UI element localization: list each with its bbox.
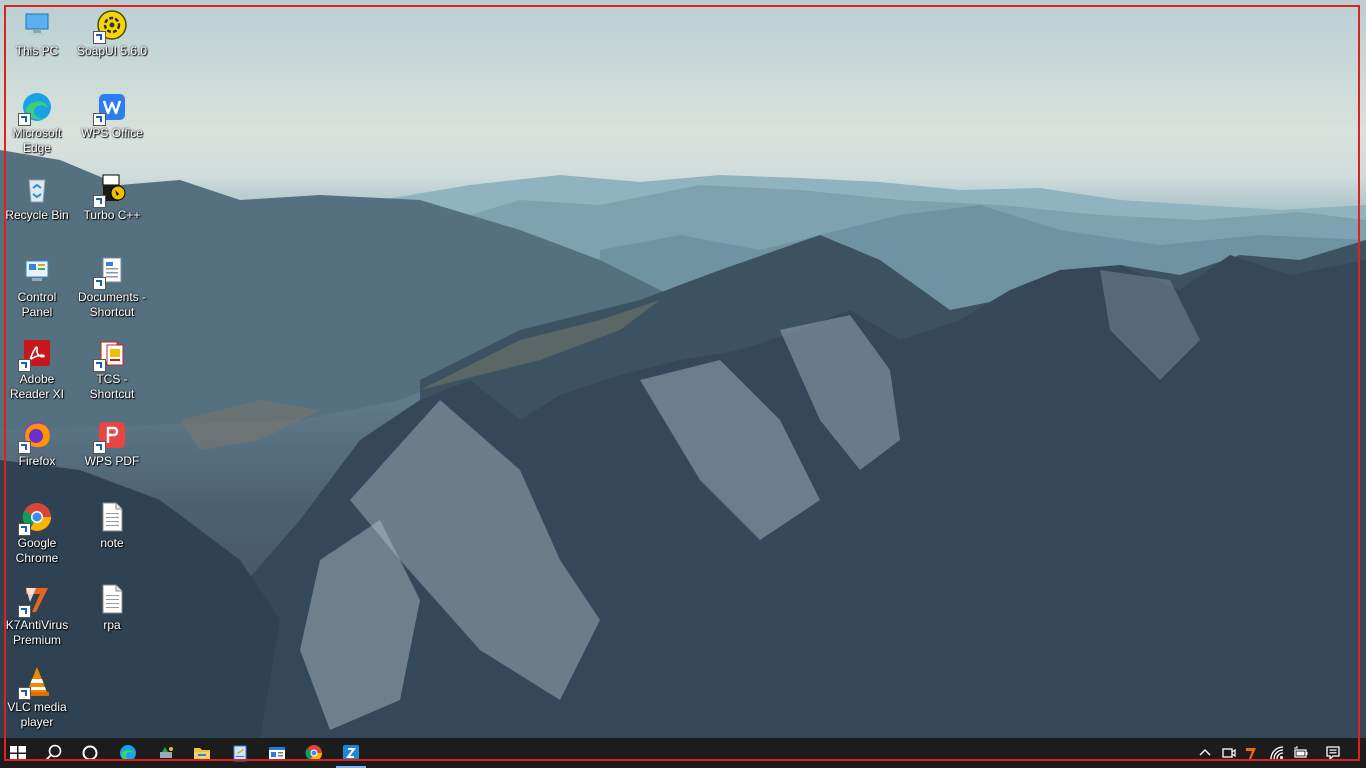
cortana-icon xyxy=(82,745,98,761)
shortcut-arrow-icon xyxy=(18,113,31,126)
k7-tray-icon xyxy=(1246,748,1256,759)
wps-pdf-icon xyxy=(93,418,129,454)
desktop-icon-label: Control Panel xyxy=(17,290,57,319)
shortcut-arrow-icon xyxy=(93,31,106,44)
desktop-icon-label: VLC media player xyxy=(7,700,67,729)
this-pc-icon xyxy=(20,8,54,42)
documents-shortcut-icon xyxy=(93,254,129,290)
taskbar-notepad[interactable] xyxy=(222,738,258,768)
network-icon xyxy=(1270,746,1284,760)
text-file-icon xyxy=(95,500,129,534)
shortcut-arrow-icon xyxy=(93,113,106,126)
chevron-up-icon xyxy=(1199,749,1211,756)
desktop-icon-adobe-reader[interactable]: Adobe Reader XI xyxy=(1,336,73,402)
cortana-button[interactable] xyxy=(72,738,108,768)
desktop-icon-vlc[interactable]: VLC media player xyxy=(1,664,73,730)
desktop-icon-label: Microsoft Edge xyxy=(12,126,62,155)
soapui-icon xyxy=(93,8,129,44)
k7-antivirus-icon xyxy=(18,582,54,618)
taskbar xyxy=(0,738,1366,768)
desktop-icon-rpa[interactable]: rpa xyxy=(76,582,148,633)
desktop-icon-label: rpa xyxy=(103,618,121,632)
desktop-icon-k7-antivirus[interactable]: K7AntiVirus Premium xyxy=(1,582,73,648)
desktop-icon-label: note xyxy=(100,536,124,550)
chrome-icon xyxy=(305,745,323,762)
network-button[interactable] xyxy=(1266,738,1288,768)
desktop-icon-note[interactable]: note xyxy=(76,500,148,551)
taskbar-edge[interactable] xyxy=(110,738,146,768)
desktop-icon-label: Recycle Bin xyxy=(5,208,69,222)
show-hidden-icons-button[interactable] xyxy=(1194,738,1216,768)
meet-now-button[interactable] xyxy=(1218,738,1240,768)
file-explorer-icon xyxy=(194,748,210,759)
k7-tray-button[interactable] xyxy=(1240,738,1262,768)
news-icon xyxy=(269,747,285,759)
desktop-icon-documents-shortcut[interactable]: Documents - Shortcut xyxy=(76,254,148,320)
taskbar-active-app[interactable] xyxy=(333,738,369,768)
pinned-app-icon xyxy=(160,747,173,758)
shortcut-arrow-icon xyxy=(18,359,31,372)
edge-icon xyxy=(120,745,136,761)
adobe-reader-icon xyxy=(18,336,54,372)
taskbar-chrome[interactable] xyxy=(296,738,332,768)
notifications-icon xyxy=(1326,746,1340,761)
desktop-icon-control-panel[interactable]: Control Panel xyxy=(1,254,73,320)
shortcut-arrow-icon xyxy=(93,441,106,454)
battery-icon xyxy=(1294,746,1308,758)
desktop-icon-soapui[interactable]: SoapUI 5.6.0 xyxy=(76,8,148,59)
desktop-icon-google-chrome[interactable]: Google Chrome xyxy=(1,500,73,566)
desktop-icon-label: Turbo C++ xyxy=(83,208,141,222)
text-file-icon xyxy=(95,582,129,616)
desktop-icon-label: Adobe Reader XI xyxy=(9,372,65,401)
shortcut-arrow-icon xyxy=(18,687,31,700)
desktop-icon-turbo-cpp[interactable]: Turbo C++ xyxy=(76,172,148,223)
notepad-icon xyxy=(233,745,247,762)
desktop-icon-label: Firefox xyxy=(18,454,56,468)
desktop-icon-firefox[interactable]: Firefox xyxy=(1,418,73,469)
turbo-cpp-icon xyxy=(93,172,129,208)
desktop-icon-label: WPS PDF xyxy=(84,454,140,468)
desktop-icon-label: This PC xyxy=(15,44,59,58)
meet-now-icon xyxy=(1222,748,1236,758)
desktop-icon-label: K7AntiVirus Premium xyxy=(5,618,69,647)
desktop-wallpaper: This PC Microsoft Edge Recycle Bin Contr… xyxy=(0,0,1366,738)
desktop-icon-tcs-shortcut[interactable]: TCS - Shortcut xyxy=(76,336,148,402)
start-button[interactable] xyxy=(0,738,36,768)
desktop-icon-microsoft-edge[interactable]: Microsoft Edge xyxy=(1,90,73,156)
desktop-icon-label: Google Chrome xyxy=(15,536,59,565)
recycle-bin-icon xyxy=(20,172,54,206)
shortcut-arrow-icon xyxy=(18,441,31,454)
shortcut-arrow-icon xyxy=(93,195,106,208)
desktop-icon-label: WPS Office xyxy=(81,126,143,140)
shortcut-arrow-icon xyxy=(18,523,31,536)
shortcut-arrow-icon xyxy=(93,277,106,290)
taskbar-pinned-app[interactable] xyxy=(148,738,184,768)
search-button[interactable] xyxy=(36,738,72,768)
battery-button[interactable] xyxy=(1290,738,1312,768)
desktop-icon-recycle-bin[interactable]: Recycle Bin xyxy=(1,172,73,223)
taskbar-news[interactable] xyxy=(259,738,295,768)
desktop-icon-wps-office[interactable]: WPS Office xyxy=(76,90,148,141)
tcs-shortcut-icon xyxy=(93,336,129,372)
chrome-icon xyxy=(18,500,54,536)
mountain-wallpaper xyxy=(0,150,1366,738)
edge-icon xyxy=(18,90,54,126)
desktop-icon-label: SoapUI 5.6.0 xyxy=(76,44,148,58)
wps-office-icon xyxy=(93,90,129,126)
shortcut-arrow-icon xyxy=(18,605,31,618)
active-app-icon xyxy=(343,745,359,761)
control-panel-icon xyxy=(20,254,54,288)
start-icon xyxy=(10,746,26,761)
firefox-icon xyxy=(18,418,54,454)
search-icon xyxy=(45,744,62,761)
desktop-icon-wps-pdf[interactable]: WPS PDF xyxy=(76,418,148,469)
notifications-button[interactable] xyxy=(1322,738,1344,768)
desktop-icon-label: Documents - Shortcut xyxy=(77,290,147,319)
desktop-icon-this-pc[interactable]: This PC xyxy=(1,8,73,59)
vlc-icon xyxy=(18,664,54,700)
taskbar-file-explorer[interactable] xyxy=(184,738,220,768)
shortcut-arrow-icon xyxy=(93,359,106,372)
desktop-icon-label: TCS - Shortcut xyxy=(89,372,135,401)
